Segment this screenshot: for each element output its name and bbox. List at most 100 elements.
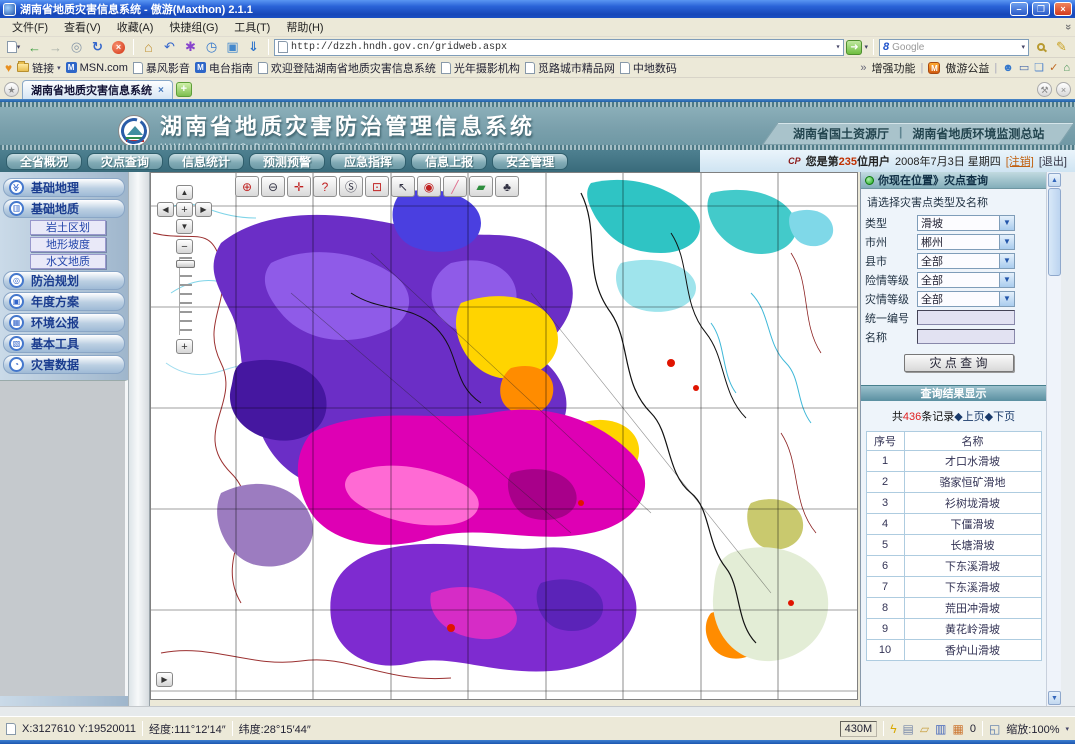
active-tab[interactable]: 湖南省地质灾害信息系统 × [22, 80, 173, 99]
row-name[interactable]: 骆家恒矿滑地 [904, 472, 1041, 493]
address-url[interactable]: http://dzzh.hndh.gov.cn/gridweb.aspx [291, 42, 507, 53]
chevron-down-icon[interactable]: ▼ [999, 216, 1014, 230]
address-dropdown-icon[interactable]: ▾ [836, 42, 841, 52]
back-button[interactable]: ← [25, 38, 44, 56]
select-field[interactable]: 全部 ▼ [917, 253, 1015, 269]
select-field[interactable]: 全部 ▼ [917, 291, 1015, 307]
geologic-map-svg[interactable] [151, 173, 858, 700]
chevron-down-icon[interactable]: ▼ [999, 235, 1014, 249]
map-tool-button[interactable]: ? [313, 176, 337, 197]
row-name[interactable]: 黄花岭滑坡 [904, 619, 1041, 640]
menu-item[interactable]: 查看(V) [56, 17, 109, 37]
window-titlebar[interactable]: 湖南省地质灾害信息系统 - 傲游(Maxthon) 2.1.1 – ❐ × [0, 0, 1075, 18]
link-item[interactable]: 中地数码 [620, 60, 677, 76]
download-button[interactable]: ⇓ [244, 38, 263, 56]
table-row[interactable]: 4 下僵滑坡 [866, 514, 1041, 535]
select-field[interactable]: 全部 ▼ [917, 272, 1015, 288]
sidebar-panel-icon[interactable]: ▣ [223, 38, 242, 56]
new-page-button[interactable]: ▾ [4, 38, 23, 56]
pan-left-button[interactable]: ◀ [157, 202, 174, 217]
nav-tab[interactable]: 信息统计 [168, 153, 244, 170]
panel-splitter[interactable] [128, 172, 150, 706]
undo-button[interactable]: ↶ [160, 38, 179, 56]
row-name[interactable]: 荒田冲滑坡 [904, 598, 1041, 619]
menu-item[interactable]: 帮助(H) [278, 17, 331, 37]
map-tool-button[interactable]: ↖ [391, 176, 415, 197]
go-dropdown-icon[interactable]: ▾ [864, 43, 868, 51]
building-icon[interactable]: ⌂ [1063, 62, 1070, 74]
chevron-down-icon[interactable]: ▼ [999, 254, 1014, 268]
history-clock-icon[interactable]: ◷ [202, 38, 221, 56]
map-tool-button[interactable]: ◉ [417, 176, 441, 197]
table-row[interactable]: 2 骆家恒矿滑地 [866, 472, 1041, 493]
notes-icon[interactable]: ❏ [1034, 61, 1044, 74]
search-engine-dropdown-icon[interactable]: ▾ [1021, 43, 1025, 51]
next-page-link[interactable]: ◆下页 [985, 411, 1015, 423]
nav-tab[interactable]: 安全管理 [492, 153, 568, 170]
map-tool-button[interactable]: ⊖ [261, 176, 285, 197]
scroll-down-icon[interactable]: ▼ [1048, 691, 1061, 705]
map-tool-button[interactable]: ♣ [495, 176, 519, 197]
table-row[interactable]: 5 长塘滑坡 [866, 535, 1041, 556]
scrollbar-thumb[interactable] [1048, 188, 1061, 276]
row-name[interactable]: 下东溪滑坡 [904, 556, 1041, 577]
row-name[interactable]: 下东溪滑坡 [904, 577, 1041, 598]
sidebar-subitem[interactable]: 水文地质 [30, 254, 106, 269]
map-tool-button[interactable]: ⊕ [235, 176, 259, 197]
link-item[interactable]: 光年摄影机构 [441, 60, 520, 76]
sidebar-item[interactable]: ◎ 防治规划 [3, 271, 125, 290]
go-button[interactable]: ➜ [846, 40, 862, 55]
link-item[interactable]: MMSN.com [66, 62, 128, 74]
table-row[interactable]: 9 黄花岭滑坡 [866, 619, 1041, 640]
table-row[interactable]: 7 下东溪滑坡 [866, 577, 1041, 598]
row-name[interactable]: 衫树垅滑坡 [904, 493, 1041, 514]
window-icon[interactable]: ▭ [1019, 61, 1029, 74]
new-tab-button[interactable]: + [176, 82, 192, 97]
pan-center-button[interactable]: + [176, 202, 193, 217]
zoom-out-slider-button[interactable]: − [176, 239, 193, 254]
filler-wand-icon[interactable]: ✱ [181, 38, 200, 56]
chevron-down-icon[interactable]: ▼ [999, 292, 1014, 306]
link-item[interactable]: 觅路城市精品网 [525, 60, 615, 76]
search-button[interactable] [1031, 38, 1050, 56]
link-item[interactable]: M电台指南 [195, 60, 253, 76]
refresh-button[interactable]: ↻ [88, 38, 107, 56]
map-tool-button[interactable]: ╱ [443, 176, 467, 197]
stop-button[interactable]: × [109, 38, 128, 56]
map-tool-button[interactable]: ✛ [287, 176, 311, 197]
banner-link-land-dept[interactable]: 湖南省国土资源厅 [793, 125, 889, 142]
book-icon[interactable]: ▥ [935, 722, 946, 736]
map-tool-button[interactable]: ▰ [469, 176, 493, 197]
nav-tab[interactable]: 信息上报 [411, 153, 487, 170]
forward-button[interactable]: → [46, 38, 65, 56]
settings-wrench-icon[interactable]: ⚒ [1037, 82, 1052, 97]
row-name[interactable]: 才口水滑坡 [904, 451, 1041, 472]
pan-east-button[interactable]: ▶ [156, 672, 173, 687]
pan-right-button-cross[interactable]: ▶ [195, 202, 212, 217]
zoom-dropdown-icon[interactable]: ▾ [1065, 725, 1069, 733]
map-tool-button[interactable]: ⊡ [365, 176, 389, 197]
menu-item[interactable]: 收藏(A) [109, 17, 162, 37]
highlight-pen-icon[interactable]: ✎ [1052, 38, 1071, 56]
zoom-slider-track[interactable] [179, 257, 192, 335]
search-box[interactable]: 8 Google ▾ [879, 39, 1029, 56]
boost-lightning-icon[interactable]: ϟ [890, 722, 896, 736]
menu-item[interactable]: 文件(F) [4, 17, 56, 37]
links-folder-button[interactable]: 链接▾ [17, 60, 61, 76]
table-row[interactable]: 1 才口水滑坡 [866, 451, 1041, 472]
sidebar-subitem[interactable]: 地形坡度 [30, 237, 106, 252]
sidebar-item[interactable]: ▦ 环境公报 [3, 313, 125, 332]
link-item[interactable]: 欢迎登陆湖南省地质灾害信息系统 [258, 60, 436, 76]
sidebar-item[interactable]: ≫ 基础地理 [3, 178, 125, 197]
messenger-icon[interactable]: ☻ [1002, 62, 1014, 74]
sidebar-item[interactable]: ▧ 基本工具 [3, 334, 125, 353]
nav-tab[interactable]: 全省概况 [6, 153, 82, 170]
nav-tab[interactable]: 应急指挥 [330, 153, 406, 170]
collapse-chevron-icon[interactable]: » [1062, 24, 1074, 30]
close-button[interactable]: × [1054, 2, 1072, 16]
image-blocker-icon[interactable]: ▦ [952, 722, 963, 736]
exit-link[interactable]: [退出] [1039, 153, 1067, 169]
close-tabs-icon[interactable]: × [1056, 82, 1071, 97]
logout-link[interactable]: [注销] [1006, 153, 1034, 169]
table-row[interactable]: 6 下东溪滑坡 [866, 556, 1041, 577]
